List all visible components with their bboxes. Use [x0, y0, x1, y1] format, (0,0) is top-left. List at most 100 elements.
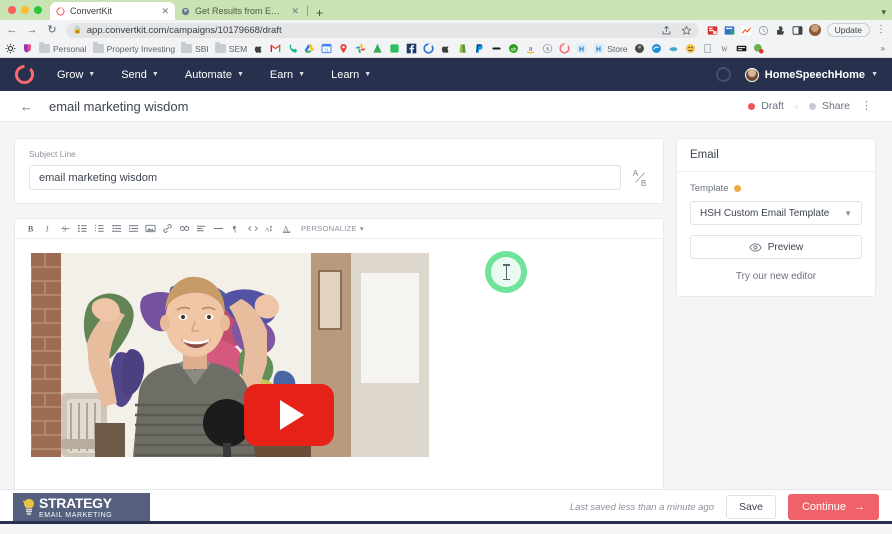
nav-item-send[interactable]: Send ▼: [121, 69, 159, 81]
bookmark-folder-sbi[interactable]: SBI: [181, 42, 209, 54]
nav-item-automate[interactable]: Automate ▼: [185, 69, 244, 81]
bookmark-shopify[interactable]: [457, 43, 468, 54]
bookmark-paypal[interactable]: [474, 43, 485, 54]
bookmark-evernote[interactable]: [389, 43, 400, 54]
sidepanel-icon[interactable]: [792, 25, 803, 36]
bookmark-apple-2[interactable]: [440, 43, 451, 54]
italic-icon[interactable]: I: [40, 219, 57, 239]
youtube-video-thumbnail[interactable]: [31, 253, 429, 457]
editor-content-area[interactable]: [15, 239, 663, 493]
strikethrough-icon[interactable]: S: [57, 219, 74, 239]
convertkit-logo[interactable]: [14, 64, 35, 85]
clear-formatting-icon[interactable]: A: [261, 219, 278, 239]
maximize-window-button[interactable]: [34, 6, 42, 14]
bookmark-gear[interactable]: [5, 43, 16, 54]
browser-tab-email-marketing[interactable]: Get Results from Email Marketi ✕: [175, 2, 305, 20]
bookmark-google-analytics[interactable]: [372, 43, 383, 54]
bookmark-convertkit[interactable]: [423, 43, 434, 54]
nav-item-learn[interactable]: Learn ▼: [331, 69, 371, 81]
bookmark-folder-sem[interactable]: SEM: [214, 42, 247, 54]
bookmark-folder-personal[interactable]: Personal: [39, 42, 87, 54]
back-arrow-icon[interactable]: ←: [20, 100, 33, 113]
extension-chart-icon[interactable]: [741, 25, 752, 36]
image-icon[interactable]: [142, 219, 159, 239]
ab-test-button[interactable]: A B: [631, 167, 649, 189]
align-left-icon[interactable]: [193, 219, 210, 239]
window-traffic-lights[interactable]: [6, 0, 50, 20]
personalize-dropdown[interactable]: PERSONALIZE ▾: [295, 224, 364, 233]
bulleted-list-icon[interactable]: [74, 219, 91, 239]
subject-input[interactable]: [29, 165, 621, 190]
bookmark-google-calendar[interactable]: 31: [321, 43, 332, 54]
share-icon[interactable]: [661, 25, 672, 36]
bold-icon[interactable]: B: [23, 219, 40, 239]
profile-avatar-icon[interactable]: [808, 24, 821, 36]
bookmark-w[interactable]: W: [719, 43, 730, 54]
status-badge-share[interactable]: Share: [808, 100, 850, 112]
bookmark-star-icon[interactable]: [681, 24, 692, 36]
new-tab-button[interactable]: +: [310, 7, 329, 20]
bookmark-red-badge[interactable]: [753, 43, 764, 54]
bookmark-wave[interactable]: [668, 43, 679, 54]
back-button[interactable]: ←: [6, 24, 18, 36]
bookmark-pocket[interactable]: [22, 43, 33, 54]
try-new-editor-link[interactable]: Try our new editor: [690, 271, 862, 282]
continue-button[interactable]: Continue →: [787, 494, 879, 520]
close-tab-button[interactable]: ✕: [161, 6, 169, 16]
chrome-menu-button[interactable]: ⋮: [876, 25, 886, 35]
bookmark-folder-property-investing[interactable]: Property Investing: [92, 42, 175, 54]
bookmark-h-store[interactable]: H Store: [593, 43, 628, 54]
close-tab-button[interactable]: ✕: [291, 6, 299, 16]
puzzle-icon[interactable]: [775, 25, 786, 36]
bookmark-facebook[interactable]: [406, 43, 417, 54]
close-window-button[interactable]: [8, 6, 16, 14]
indent-icon[interactable]: [125, 219, 142, 239]
bookmarks-overflow-button[interactable]: »: [881, 44, 887, 53]
bookmark-convertkit-red[interactable]: [559, 43, 570, 54]
extension-clock-icon[interactable]: [758, 25, 769, 36]
youtube-play-icon[interactable]: [244, 384, 334, 446]
unlink-icon[interactable]: [176, 219, 193, 239]
text-color-icon[interactable]: A: [278, 219, 295, 239]
horizontal-rule-icon[interactable]: [210, 219, 227, 239]
bookmark-dash[interactable]: [491, 43, 502, 54]
bookmark-dark-avatar[interactable]: [634, 43, 645, 54]
chevron-down-icon[interactable]: ▾: [881, 7, 886, 18]
bookmark-amazon[interactable]: a: [525, 43, 536, 54]
bookmark-apple[interactable]: [253, 43, 264, 54]
reload-button[interactable]: ↻: [46, 24, 58, 36]
minimize-window-button[interactable]: [21, 6, 29, 14]
outdent-icon[interactable]: [108, 219, 125, 239]
extension-blue-icon[interactable]: [724, 25, 735, 36]
bookmark-phone[interactable]: [287, 43, 298, 54]
link-icon[interactable]: [159, 219, 176, 239]
nav-item-earn[interactable]: Earn ▼: [270, 69, 305, 81]
bookmark-google-photos[interactable]: [355, 43, 366, 54]
update-button[interactable]: Update: [826, 23, 870, 37]
address-bar[interactable]: 🔒 app.convertkit.com/campaigns/10179668/…: [66, 22, 699, 38]
preview-button[interactable]: Preview: [690, 235, 862, 259]
numbered-list-icon[interactable]: [91, 219, 108, 239]
template-select[interactable]: HSH Custom Email Template ▼: [690, 201, 862, 225]
paragraph-icon[interactable]: ¶: [227, 219, 244, 239]
bookmark-edge[interactable]: [651, 43, 662, 54]
bookmark-quickbooks[interactable]: qb: [508, 43, 519, 54]
status-badge-draft[interactable]: Draft: [748, 100, 784, 112]
bookmark-gmail[interactable]: [270, 43, 281, 54]
bookmark-h-blue[interactable]: H: [576, 43, 587, 54]
extension-red-icon[interactable]: [707, 25, 718, 36]
save-button[interactable]: Save: [726, 495, 776, 519]
forward-button[interactable]: →: [26, 24, 38, 36]
bookmark-keyboard[interactable]: [736, 43, 747, 54]
dash-icon: [492, 47, 501, 50]
account-menu[interactable]: HomeSpeechHome ▼: [744, 67, 878, 82]
bookmark-dollar[interactable]: $: [542, 43, 553, 54]
more-options-button[interactable]: ⋮: [861, 100, 872, 112]
bookmark-smiley[interactable]: [685, 43, 696, 54]
code-icon[interactable]: [244, 219, 261, 239]
bookmark-google-drive[interactable]: [304, 43, 315, 54]
nav-item-grow[interactable]: Grow ▼: [57, 69, 95, 81]
bookmark-google-maps[interactable]: [338, 43, 349, 54]
bookmark-clipboard[interactable]: [702, 43, 713, 54]
browser-tab-convertkit[interactable]: ConvertKit ✕: [50, 2, 175, 20]
